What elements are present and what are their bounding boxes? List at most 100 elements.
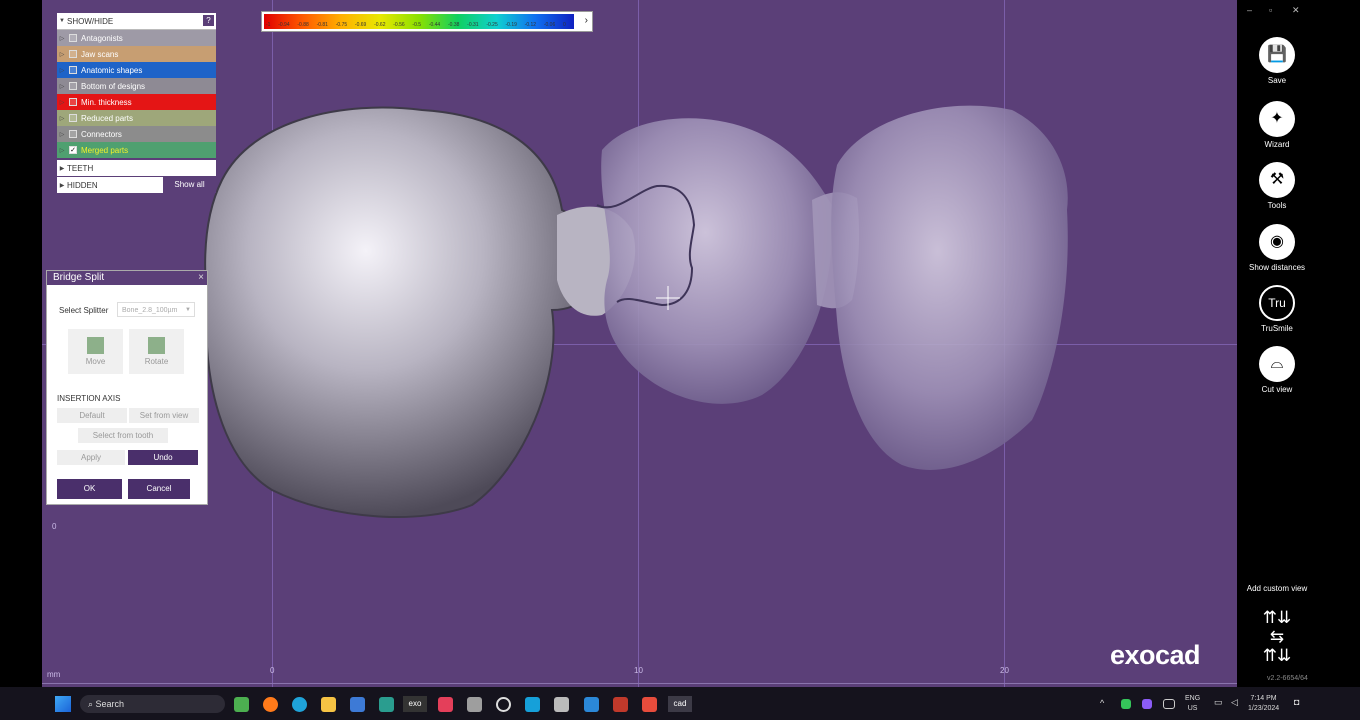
firefox-icon[interactable] [263,697,278,712]
show-hide-item-label: Jaw scans [81,49,119,59]
select-from-tooth-button[interactable]: Select from tooth [78,428,168,443]
color-scale-tick-label: -0.5 [412,22,422,28]
show-hide-item[interactable]: ▷ ✓ Merged parts [57,142,216,158]
minimize-icon[interactable]: – [1247,5,1252,15]
undo-button[interactable]: Undo [128,450,198,465]
app-icon[interactable] [496,697,511,712]
show-hide-item[interactable]: ▷ Bottom of designs [57,78,216,94]
left-crown [204,106,609,518]
edge-icon[interactable] [292,697,307,712]
save-button[interactable]: 💾 Save [1237,37,1317,85]
trusmile-label: TruSmile [1261,324,1293,333]
app-icon[interactable] [613,697,628,712]
close-icon[interactable]: × [198,271,204,285]
checkbox[interactable] [69,34,77,42]
cancel-button[interactable]: Cancel [128,479,190,499]
save-label: Save [1267,76,1287,85]
color-scale-tick-label: -0.94 [278,22,290,28]
show-hide-item[interactable]: ▷ Connectors [57,126,216,142]
app-icon[interactable] [584,697,599,712]
default-button[interactable]: Default [57,408,127,423]
move-button[interactable]: Move [68,329,123,374]
checkbox[interactable] [69,98,77,106]
window-close-icon[interactable]: ✕ [1292,5,1300,16]
checkbox[interactable] [69,50,77,58]
windows-start-icon[interactable] [55,696,71,712]
checkbox[interactable] [69,130,77,138]
trusmile-button[interactable]: Tru TruSmile [1237,285,1317,333]
ok-button[interactable]: OK [57,479,122,499]
apply-button[interactable]: Apply [57,450,125,465]
show-hide-header[interactable]: ▼ SHOW/HIDE ? [57,13,216,30]
wizard-button[interactable]: ✦ Wizard [1237,101,1317,149]
show-hide-item[interactable]: ▷ Jaw scans [57,46,216,62]
show-all-button[interactable]: Show all [163,177,216,193]
language-bottom: US [1187,705,1198,712]
app-icon[interactable] [379,697,394,712]
tray-icon[interactable] [1121,699,1131,709]
chevron-up-icon[interactable]: ^ [1100,698,1104,708]
show-hide-item[interactable]: ▷ Antagonists [57,30,216,46]
checkbox[interactable] [69,82,77,90]
show-hide-item[interactable]: ▷ Min. thickness [57,94,216,110]
expand-right-icon: ▶ [59,165,65,172]
show-distances-label: Show distances [1248,263,1306,272]
color-scale-labels: -1 -0.94 -0.88 -0.81 -0.75 -0.69 -0.62 -0.56 -0.… [266,22,566,28]
cut-view-button[interactable]: ⌓ Cut view [1237,346,1317,394]
3d-viewport[interactable]: mm 0 10 20 0 exocad [42,0,1237,687]
ruler-tick-label: 0 [52,522,57,531]
language-indicator[interactable]: ENG US [1185,694,1200,714]
add-custom-view-button[interactable]: Add custom view [1237,584,1317,593]
app-icon[interactable] [554,697,569,712]
help-icon[interactable]: ? [203,15,214,26]
color-scale-tick-label: -0.12 [524,22,537,28]
show-hide-item-label: Anatomic shapes [81,65,143,75]
chevron-down-icon: ▼ [185,307,191,313]
file-explorer-icon[interactable] [321,697,336,712]
color-scale-tick-label: -0.31 [467,22,479,28]
app-icon[interactable] [438,697,453,712]
rotate-button[interactable]: Rotate [129,329,184,374]
app-icon[interactable] [467,697,482,712]
keyboard-icon[interactable] [1163,699,1175,709]
splitter-select[interactable]: Bone_2.8_100µm ▼ [117,302,195,317]
hidden-row[interactable]: ▶ HIDDEN Show all [57,176,216,193]
checkbox[interactable]: ✓ [69,146,77,154]
view-direction-arrows-icon[interactable]: ⇈⇊ ⇆ ⇈⇊ [1237,608,1317,665]
show-hide-item-label: Bottom of designs [81,81,146,91]
maximize-icon[interactable]: ▫ [1269,5,1272,15]
show-distances-button[interactable]: ◉ Show distances [1237,224,1317,272]
app-icon[interactable] [525,697,540,712]
show-hide-item[interactable]: ▷ Reduced parts [57,110,216,126]
color-scale-tick-label: -0.38 [447,22,460,28]
set-from-view-button[interactable]: Set from view [129,408,199,423]
taskbar-search[interactable]: ⌕ Search [80,695,225,713]
chevron-right-icon[interactable]: › [585,15,588,26]
teeth-row[interactable]: ▶ TEETH [57,158,216,176]
show-hide-title: SHOW/HIDE [67,16,114,26]
checkbox[interactable] [69,66,77,74]
volume-icon[interactable]: ◁ [1231,697,1238,708]
show-hide-item[interactable]: ▷ Anatomic shapes [57,62,216,78]
color-scale[interactable]: -1 -0.94 -0.88 -0.81 -0.75 -0.69 -0.62 -0.56 -0.… [261,11,593,32]
widgets-icon[interactable] [234,697,249,712]
expand-right-icon: ▷ [59,51,65,58]
language-top: ENG [1185,695,1201,702]
tray-icon[interactable] [1142,699,1152,709]
insertion-axis-heading: INSERTION AXIS [57,394,121,403]
clock[interactable]: 7:14 PM 1/23/2024 [1248,694,1279,714]
tools-button[interactable]: ⚒ Tools [1237,162,1317,210]
show-hide-item-label: Connectors [81,129,122,139]
checkbox[interactable] [69,114,77,122]
wizard-label: Wizard [1264,140,1290,149]
store-icon[interactable] [350,697,365,712]
notification-icon[interactable]: ◘ [1294,697,1299,707]
cad-taskbar-icon[interactable]: cad [668,696,692,712]
expand-right-icon: ▷ [59,99,65,106]
app-icon[interactable] [642,697,657,712]
bridge-model[interactable] [42,0,1237,687]
dialog-title-bar[interactable]: Bridge Split × [47,271,207,285]
color-scale-tick-label: -0.06 [543,22,556,28]
exo-taskbar-icon[interactable]: exo [403,696,427,712]
network-icon[interactable]: ▭ [1214,697,1223,708]
